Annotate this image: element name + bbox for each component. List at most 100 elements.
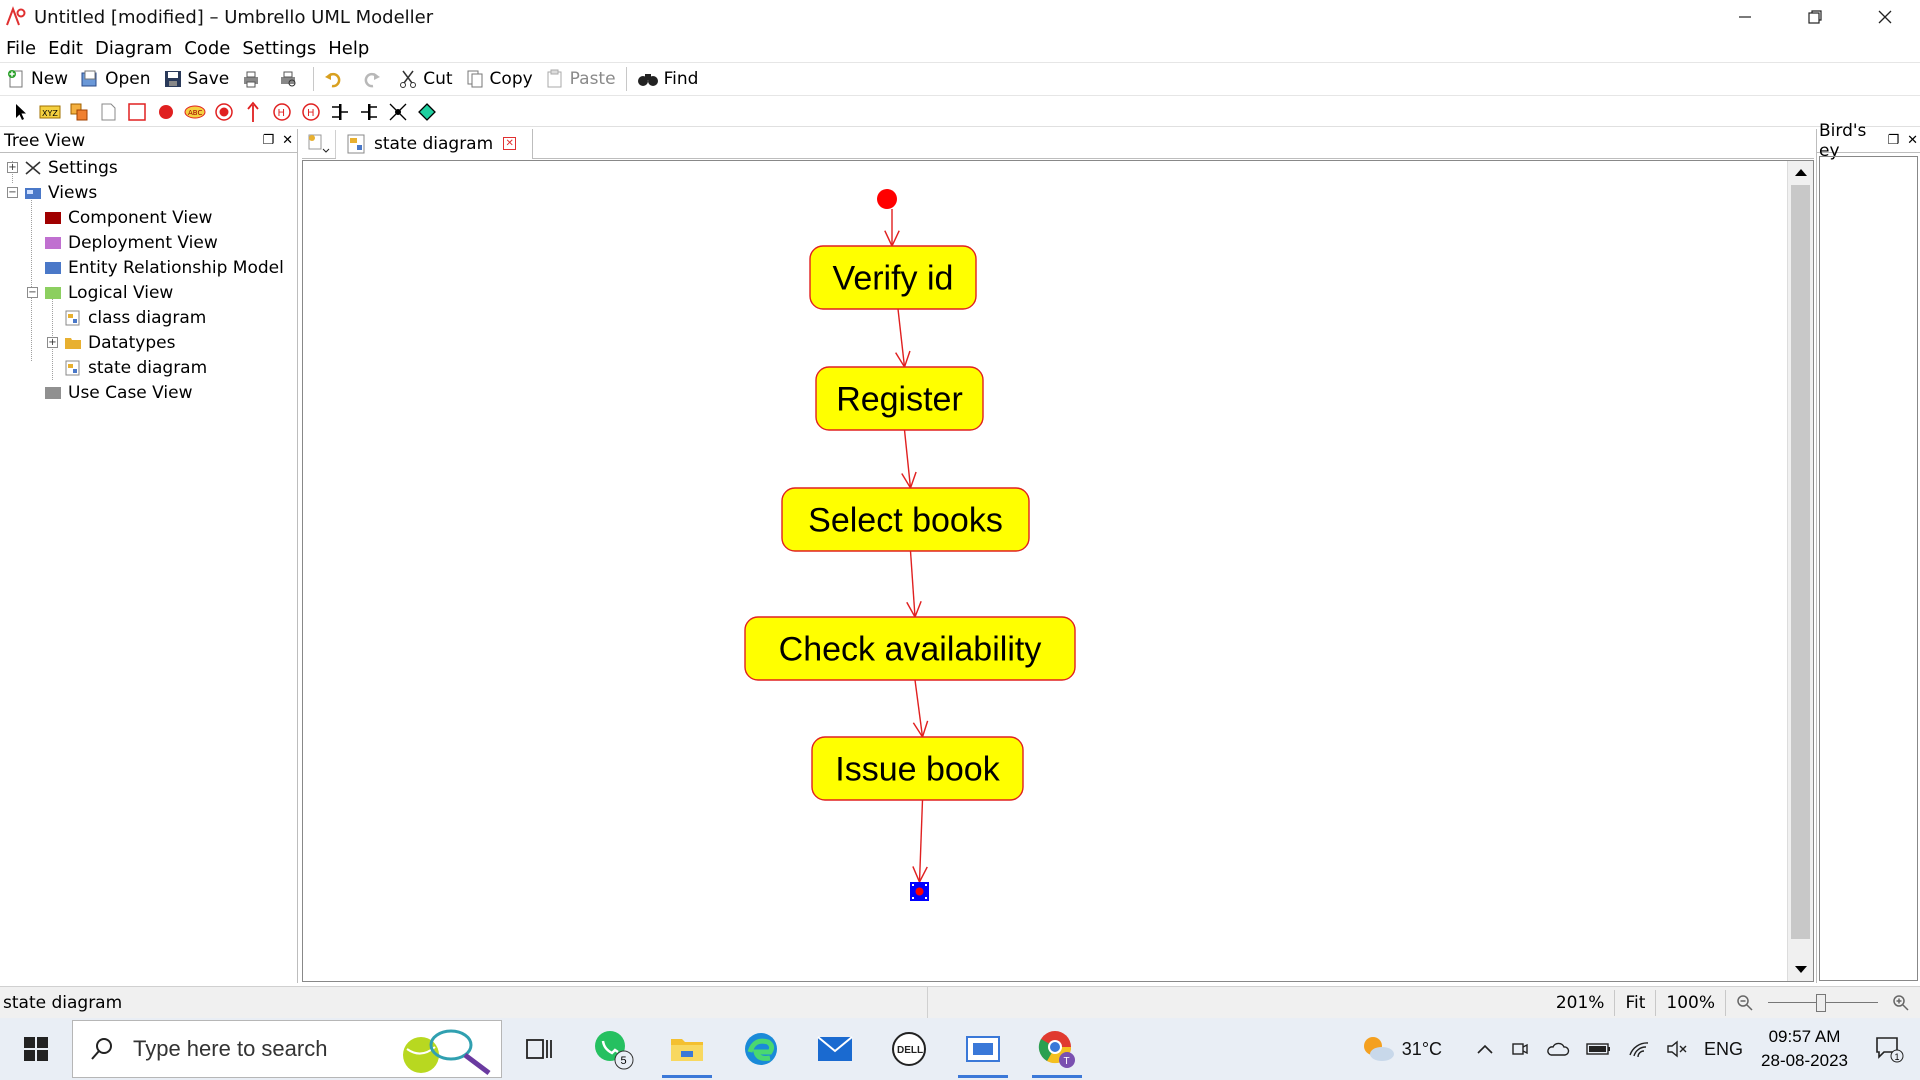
float-panel-icon[interactable]: ❐ — [262, 133, 274, 148]
expand-icon[interactable]: + — [7, 162, 18, 173]
print-preview-button[interactable] — [272, 65, 309, 93]
state-tool-button[interactable] — [122, 99, 151, 125]
close-window-button[interactable] — [1850, 0, 1920, 34]
vertical-scrollbar[interactable] — [1787, 161, 1813, 981]
state-diagram-svg[interactable]: Verify id Register Select books Check avail… — [303, 161, 1787, 981]
diagram-canvas[interactable]: Verify id Register Select books Check avail… — [302, 160, 1814, 982]
transition-arrow[interactable] — [915, 679, 923, 737]
scroll-up-icon[interactable] — [1788, 161, 1813, 183]
minimize-button[interactable] — [1710, 0, 1780, 34]
scrollbar-thumb[interactable] — [1791, 185, 1810, 939]
umbrello-taskbar-button[interactable] — [946, 1018, 1020, 1080]
menu-edit[interactable]: Edit — [42, 38, 89, 59]
clock[interactable]: 09:57 AM 28-08-2023 — [1751, 1025, 1858, 1073]
zoom-out-button[interactable] — [1725, 990, 1764, 1016]
state-node[interactable]: Register — [815, 366, 984, 431]
notifications-button[interactable]: 1 — [1858, 1034, 1920, 1064]
show-hidden-icons-button[interactable] — [1468, 1043, 1502, 1055]
zoom-slider-handle[interactable] — [1816, 994, 1826, 1012]
zoom-100-button[interactable]: 100% — [1655, 990, 1725, 1016]
close-panel-icon[interactable]: ✕ — [282, 133, 293, 148]
find-button[interactable]: Find — [631, 65, 705, 93]
mail-taskbar-button[interactable] — [798, 1018, 872, 1080]
start-button[interactable] — [0, 1018, 72, 1080]
open-button[interactable]: Open — [74, 65, 156, 93]
select-tool-button[interactable] — [6, 99, 35, 125]
initial-state-tool-button[interactable] — [151, 99, 180, 125]
menu-code[interactable]: Code — [178, 38, 236, 59]
redo-button[interactable] — [355, 65, 392, 93]
abc-state-tool-button[interactable]: ABC — [180, 99, 209, 125]
birds-eye-view[interactable] — [1819, 156, 1918, 981]
weather-widget[interactable]: 31°C — [1352, 1034, 1450, 1064]
menu-settings[interactable]: Settings — [236, 38, 322, 59]
deep-history-tool-button[interactable]: H — [267, 99, 296, 125]
transition-arrow[interactable] — [905, 429, 911, 488]
paste-button[interactable]: Paste — [539, 65, 622, 93]
menu-help[interactable]: Help — [322, 38, 375, 59]
state-node[interactable]: Verify id — [809, 245, 977, 310]
transition-arrow[interactable] — [911, 550, 916, 617]
whatsapp-taskbar-button[interactable]: 5 — [576, 1018, 650, 1080]
shallow-history-tool-button[interactable]: H — [296, 99, 325, 125]
restore-button[interactable] — [1780, 0, 1850, 34]
float-panel-icon[interactable]: ❐ — [1887, 133, 1899, 148]
state-node[interactable]: Issue book — [811, 736, 1024, 801]
dell-taskbar-button[interactable]: DELL — [872, 1018, 946, 1080]
tree-item-deployment-view[interactable]: Deployment View — [0, 230, 297, 255]
edge-taskbar-button[interactable] — [724, 1018, 798, 1080]
transition-arrow[interactable] — [920, 799, 923, 882]
tree-item-component-view[interactable]: Component View — [0, 205, 297, 230]
taskbar-search-box[interactable]: Type here to search — [72, 1020, 502, 1078]
file-explorer-taskbar-button[interactable] — [650, 1018, 724, 1080]
anchor-tool-button[interactable] — [93, 99, 122, 125]
tree-item-logical-view[interactable]: − Logical View — [0, 280, 297, 305]
volume-button[interactable] — [1658, 1039, 1696, 1059]
undo-button[interactable] — [318, 65, 355, 93]
tree-item-datatypes[interactable]: + Datatypes — [0, 330, 297, 355]
new-button[interactable]: New — [0, 65, 74, 93]
scroll-down-icon[interactable] — [1788, 959, 1813, 981]
menu-file[interactable]: File — [0, 38, 42, 59]
close-panel-icon[interactable]: ✕ — [1907, 133, 1918, 148]
save-button[interactable]: Save — [157, 65, 236, 93]
tree-item-settings[interactable]: + Settings — [0, 155, 297, 180]
zoom-in-button[interactable] — [1882, 990, 1920, 1016]
zoom-slider[interactable] — [1768, 990, 1878, 1016]
battery-button[interactable] — [1578, 1041, 1620, 1057]
end-state-tool-button[interactable] — [209, 99, 238, 125]
zoom-fit-button[interactable]: Fit — [1614, 990, 1655, 1016]
join-tool-button[interactable] — [325, 99, 354, 125]
collapse-icon[interactable]: − — [7, 187, 18, 198]
copy-button[interactable]: Copy — [459, 65, 539, 93]
print-button[interactable] — [235, 65, 272, 93]
expand-icon[interactable]: + — [47, 337, 58, 348]
tab-state-diagram[interactable]: state diagram ✕ — [336, 128, 534, 159]
initial-state[interactable] — [877, 189, 897, 209]
transition-tool-button[interactable] — [238, 99, 267, 125]
junction-tool-button[interactable] — [383, 99, 412, 125]
fork-tool-button[interactable] — [354, 99, 383, 125]
meet-now-button[interactable] — [1502, 1039, 1538, 1059]
state-node[interactable]: Check availability — [744, 616, 1076, 681]
task-view-button[interactable] — [502, 1018, 576, 1080]
tree-item-use-case-view[interactable]: Use Case View — [0, 380, 297, 405]
new-diagram-tab-button[interactable] — [302, 129, 336, 158]
tree-item-state-diagram[interactable]: state diagram — [0, 355, 297, 380]
chrome-taskbar-button[interactable]: T — [1020, 1018, 1094, 1080]
close-tab-icon[interactable]: ✕ — [503, 137, 517, 150]
tree-item-entity-relationship-model[interactable]: Entity Relationship Model — [0, 255, 297, 280]
onedrive-button[interactable] — [1538, 1041, 1578, 1057]
network-button[interactable] — [1620, 1039, 1658, 1059]
box-tool-button[interactable] — [64, 99, 93, 125]
tree-item-views[interactable]: − Views — [0, 180, 297, 205]
choice-tool-button[interactable] — [412, 99, 441, 125]
text-tool-button[interactable]: XYZ — [35, 99, 64, 125]
collapse-icon[interactable]: − — [27, 287, 38, 298]
language-indicator[interactable]: ENG — [1696, 1039, 1751, 1060]
transition-arrow[interactable] — [898, 308, 905, 367]
menu-diagram[interactable]: Diagram — [89, 38, 178, 59]
tree-item-class-diagram[interactable]: class diagram — [0, 305, 297, 330]
final-state[interactable] — [910, 882, 929, 901]
state-node[interactable]: Select books — [781, 487, 1030, 552]
